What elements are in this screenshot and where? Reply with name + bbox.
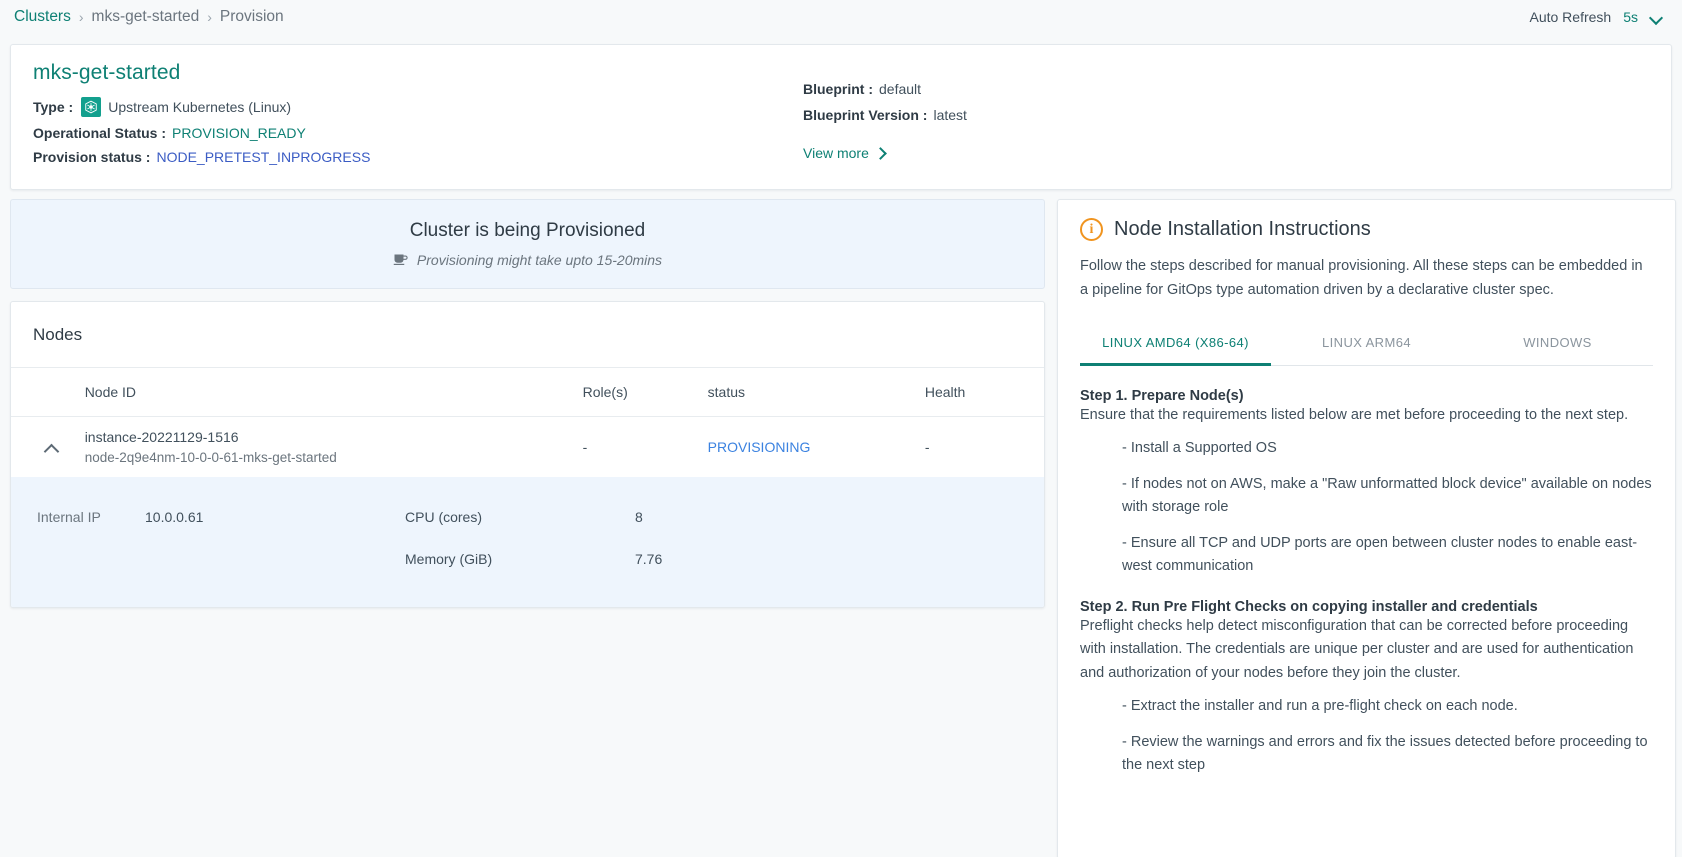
provision-status-label: Provision status : <box>33 149 151 165</box>
list-item: - If nodes not on AWS, make a "Raw unfor… <box>1122 475 1652 516</box>
step-1-body: Ensure that the requirements listed belo… <box>1080 406 1629 423</box>
instructions-title-row: i Node Installation Instructions <box>1080 218 1653 241</box>
provision-status-value: NODE_PRETEST_INPROGRESS <box>156 149 371 165</box>
view-more-button[interactable]: View more <box>803 145 885 161</box>
nodes-panel-title: Nodes <box>11 302 1044 368</box>
breadcrumb: Clusters › mks-get-started › Provision <box>14 8 284 26</box>
kubernetes-icon <box>81 97 102 117</box>
cluster-summary-right: Blueprint : default Blueprint Version : … <box>803 61 967 173</box>
node-installation-instructions-card: i Node Installation Instructions Follow … <box>1057 199 1676 857</box>
node-name-value: node-2q9e4nm-10-0-0-61-mks-get-started <box>84 450 337 465</box>
provisioning-banner-subtitle: Provisioning might take upto 15-20mins <box>416 252 663 268</box>
provisioning-banner-subtitle-row: Provisioning might take upto 15-20mins <box>393 252 662 269</box>
cluster-summary-left: mks-get-started Type : Upstream Kubernet… <box>33 61 803 173</box>
blueprint-version-label: Blueprint Version : <box>803 107 928 123</box>
breadcrumb-item-clusters[interactable]: Clusters <box>14 8 71 26</box>
operational-status-value: PROVISION_READY <box>172 125 306 141</box>
node-roles-value: - <box>582 439 588 455</box>
auto-refresh-control[interactable]: Auto Refresh 5s <box>1529 9 1664 25</box>
tab-windows[interactable]: WINDOWS <box>1462 321 1653 366</box>
list-item: - Review the warnings and errors and fix… <box>1122 733 1648 774</box>
step-2-body: Preflight checks help detect misconfigur… <box>1080 617 1634 681</box>
chevron-down-icon[interactable] <box>1650 10 1664 24</box>
view-more-label: View more <box>803 145 869 161</box>
list-item: - Ensure all TCP and UDP ports are open … <box>1122 534 1638 575</box>
blueprint-version-value: latest <box>933 107 967 123</box>
page-title: mks-get-started <box>33 61 181 84</box>
nodes-table: Node ID Role(s) status Health instance-2… <box>11 368 1044 607</box>
auto-refresh-label: Auto Refresh <box>1529 9 1612 25</box>
breadcrumb-separator: › <box>78 9 84 25</box>
cluster-summary-card: mks-get-started Type : Upstream Kubernet… <box>10 44 1672 190</box>
column-header-status: status <box>699 368 917 417</box>
list-item: - Extract the installer and run a pre-fl… <box>1122 698 1518 715</box>
step-2-bullets: - Extract the installer and run a pre-fl… <box>1122 695 1653 777</box>
tab-linux-arm64[interactable]: LINUX ARM64 <box>1271 321 1462 366</box>
chevron-up-icon[interactable] <box>37 434 63 460</box>
node-id-value: instance-20221129-1516 <box>84 429 239 445</box>
breadcrumb-separator: › <box>207 9 212 25</box>
internal-ip-value: 10.0.0.61 <box>145 509 204 525</box>
node-health-value: - <box>924 439 930 455</box>
provision-status-row: Provision status : NODE_PRETEST_INPROGRE… <box>33 149 803 165</box>
provisioning-banner: Cluster is being Provisioned Provisionin… <box>10 199 1045 289</box>
info-circle-icon: i <box>1080 218 1103 241</box>
coffee-cup-icon <box>393 252 408 269</box>
status-badge: PROVISIONING <box>707 439 811 455</box>
step-2-block: Step 2. Run Pre Flight Checks on copying… <box>1080 599 1653 778</box>
instructions-intro: Follow the steps described for manual pr… <box>1080 258 1643 298</box>
blueprint-value: default <box>879 81 922 97</box>
blueprint-version-row: Blueprint Version : latest <box>803 107 967 123</box>
cluster-type-row: Type : Upstream Kubernetes (Linux) <box>33 97 803 117</box>
top-bar: Clusters › mks-get-started › Provision A… <box>0 0 1682 34</box>
blueprint-row: Blueprint : default <box>803 81 967 97</box>
cpu-value: 8 <box>635 509 643 525</box>
operational-status-row: Operational Status : PROVISION_READY <box>33 125 803 141</box>
step-2-title: Step 2. Run Pre Flight Checks on copying… <box>1080 598 1538 615</box>
provisioning-banner-title: Cluster is being Provisioned <box>409 219 646 241</box>
nodes-table-header-row: Node ID Role(s) status Health <box>11 368 1044 417</box>
blueprint-label: Blueprint : <box>803 81 873 97</box>
breadcrumb-item-provision: Provision <box>219 8 284 25</box>
memory-label: Memory (GiB) <box>405 551 493 567</box>
row-expander-cell[interactable] <box>11 417 77 478</box>
column-header-roles: Role(s) <box>574 368 700 417</box>
table-row[interactable]: instance-20221129-1516 node-2q9e4nm-10-0… <box>11 417 1044 478</box>
chevron-right-icon <box>876 149 885 158</box>
node-id-cell: instance-20221129-1516 node-2q9e4nm-10-0… <box>77 417 575 478</box>
column-header-health: Health <box>916 368 1044 417</box>
internal-ip-label: Internal IP <box>37 509 101 525</box>
node-detail-grid: Internal IP 10.0.0.61 CPU (cores) Memory… <box>19 489 1036 607</box>
operational-status-label: Operational Status : <box>33 125 167 141</box>
step-1-block: Step 1. Prepare Node(s) Ensure that the … <box>1080 388 1653 579</box>
step-1-title: Step 1. Prepare Node(s) <box>1080 387 1244 404</box>
list-item: - Install a Supported OS <box>1122 440 1277 457</box>
auto-refresh-value[interactable]: 5s <box>1623 9 1638 25</box>
column-header-node-id: Node ID <box>76 368 575 417</box>
column-header-expander <box>11 368 77 417</box>
node-detail-row: Internal IP 10.0.0.61 CPU (cores) Memory… <box>11 477 1044 607</box>
cpu-label: CPU (cores) <box>405 509 483 525</box>
instructions-title: Node Installation Instructions <box>1114 218 1371 240</box>
node-resource-labels: CPU (cores) Memory (GiB) <box>405 509 635 567</box>
step-1-bullets: - Install a Supported OS - If nodes not … <box>1122 437 1653 578</box>
provision-page: Clusters › mks-get-started › Provision A… <box>0 0 1682 857</box>
cluster-type-label: Type : <box>33 99 74 115</box>
cluster-type-value: Upstream Kubernetes (Linux) <box>108 99 292 115</box>
breadcrumb-item-cluster-name[interactable]: mks-get-started <box>92 8 200 26</box>
platform-tabs: LINUX AMD64 (X86-64) LINUX ARM64 WINDOWS <box>1080 321 1653 366</box>
node-resource-values: 8 7.76 <box>635 509 835 567</box>
tab-linux-amd64[interactable]: LINUX AMD64 (X86-64) <box>1080 321 1271 366</box>
memory-value: 7.76 <box>635 551 663 567</box>
nodes-card: Nodes Node ID Role(s) status Health inst… <box>10 301 1045 608</box>
